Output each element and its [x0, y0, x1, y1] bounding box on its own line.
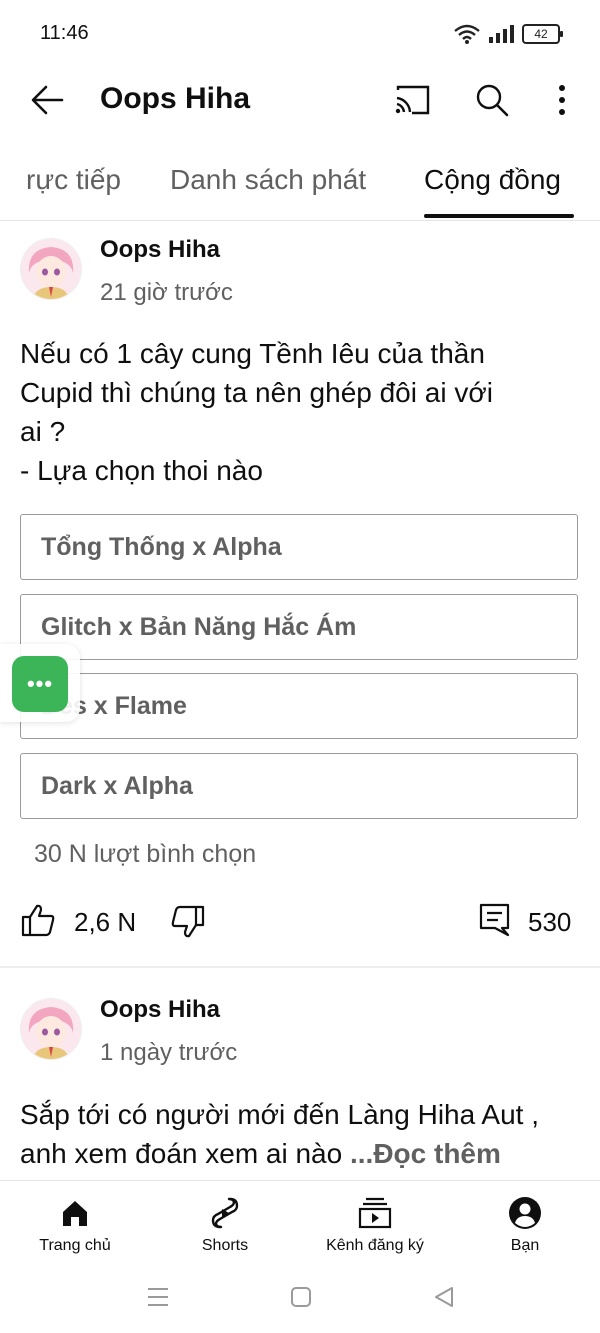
- nav-label: Trang chủ: [39, 1237, 111, 1254]
- shorts-icon: [211, 1197, 239, 1229]
- more-button[interactable]: [542, 82, 582, 118]
- poll-vote-count: 30 N lượt bình chọn: [34, 840, 257, 868]
- nav-label: Bạn: [510, 1237, 540, 1254]
- app-header: Oops Hiha: [0, 68, 600, 132]
- account-icon: [509, 1197, 541, 1229]
- floating-assist-panel: •••: [0, 644, 80, 722]
- post-text: Sắp tới có người mới đến Làng Hiha Aut ,…: [20, 1095, 590, 1173]
- tab-community[interactable]: Cộng đồng: [424, 164, 561, 196]
- active-tab-indicator: [424, 214, 574, 218]
- poll-option-label: Dark x Alpha: [41, 772, 193, 800]
- system-navigation-bar: [0, 1266, 600, 1333]
- post-time: 21 giờ trước: [100, 279, 233, 306]
- wifi-icon: [454, 24, 480, 44]
- cast-icon: [395, 85, 430, 115]
- signal-icon: [489, 25, 514, 43]
- more-vert-icon: [559, 85, 565, 115]
- post-author[interactable]: Oops Hiha: [100, 236, 220, 264]
- post-divider: [0, 966, 600, 968]
- tab-playlists[interactable]: Danh sách phát: [170, 164, 366, 196]
- poll-option[interactable]: Tổng Thống x Alpha: [20, 514, 578, 580]
- tab-live[interactable]: rực tiếp: [26, 164, 121, 196]
- poll-option-label: Tổng Thống x Alpha: [41, 533, 282, 561]
- channel-tabs: rực tiếp Danh sách phát Cộng đồng: [0, 148, 600, 221]
- system-home-button[interactable]: [290, 1286, 312, 1308]
- like-button[interactable]: [20, 902, 60, 938]
- status-bar: 11:46 42: [0, 0, 600, 68]
- comment-count: 530: [528, 907, 572, 937]
- nav-subscriptions[interactable]: Kênh đăng ký: [300, 1189, 450, 1265]
- system-back-button[interactable]: [432, 1285, 456, 1309]
- post-text-line: - Lựa chọn thoi nào: [20, 455, 263, 486]
- comments-button[interactable]: [478, 902, 514, 938]
- poll-option[interactable]: Des x Flame: [20, 673, 578, 739]
- comment-icon: [479, 903, 510, 937]
- post-author[interactable]: Oops Hiha: [100, 996, 220, 1024]
- author-avatar[interactable]: [20, 998, 82, 1060]
- search-icon: [476, 84, 509, 117]
- nav-home[interactable]: Trang chủ: [0, 1189, 150, 1265]
- author-avatar[interactable]: [20, 238, 82, 300]
- nav-label: Kênh đăng ký: [326, 1237, 424, 1254]
- post-time: 1 ngày trước: [100, 1039, 238, 1066]
- dislike-button[interactable]: [170, 904, 210, 940]
- poll-option-label: Glitch x Bản Năng Hắc Ám: [41, 613, 357, 641]
- bottom-navigation: Trang chủ Shorts Kênh đăng ký Bạn: [0, 1180, 600, 1267]
- thumb-down-icon: [171, 905, 205, 938]
- post-text-line: Sắp tới có người mới đến Làng Hiha Aut ,: [20, 1099, 539, 1130]
- arrow-left-icon: [31, 85, 64, 115]
- floating-menu-button[interactable]: •••: [12, 656, 68, 712]
- status-time: 11:46: [40, 22, 89, 44]
- back-button[interactable]: [28, 82, 68, 118]
- avatar-image: [21, 999, 81, 1059]
- post-text-line: anh xem đoán xem ai nào: [20, 1138, 350, 1169]
- channel-title: Oops Hiha: [100, 82, 251, 115]
- nav-label: Shorts: [201, 1237, 249, 1254]
- system-menu-button[interactable]: [146, 1286, 170, 1308]
- status-icons: 42: [454, 22, 563, 46]
- nav-you[interactable]: Bạn: [450, 1189, 600, 1265]
- subscriptions-icon: [358, 1197, 392, 1229]
- triangle-back-icon: [435, 1287, 453, 1307]
- home-icon: [63, 1201, 87, 1226]
- cast-button[interactable]: [392, 82, 432, 118]
- search-button[interactable]: [472, 82, 512, 118]
- battery-icon: 42: [522, 24, 563, 44]
- nav-shorts[interactable]: Shorts: [150, 1189, 300, 1265]
- menu-icon: [148, 1288, 168, 1306]
- avatar-image: [21, 239, 81, 299]
- poll-option[interactable]: Glitch x Bản Năng Hắc Ám: [20, 594, 578, 660]
- square-icon: [291, 1287, 311, 1307]
- post-text-line: Cupid thì chúng ta nên ghép đôi ai với: [20, 377, 493, 408]
- post-text: Nếu có 1 cây cung Tềnh Iêu của thần Cupi…: [20, 334, 580, 490]
- post-text-line: Nếu có 1 cây cung Tềnh Iêu của thần: [20, 338, 485, 369]
- like-count: 2,6 N: [74, 907, 137, 937]
- post-text-line-2: anh xem đoán xem ai nào ...Đọc thêm: [20, 1134, 590, 1173]
- read-more-link[interactable]: ...Đọc thêm: [350, 1138, 501, 1169]
- post-text-line: ai ?: [20, 416, 66, 447]
- poll-option[interactable]: Dark x Alpha: [20, 753, 578, 819]
- thumb-up-icon: [21, 904, 55, 937]
